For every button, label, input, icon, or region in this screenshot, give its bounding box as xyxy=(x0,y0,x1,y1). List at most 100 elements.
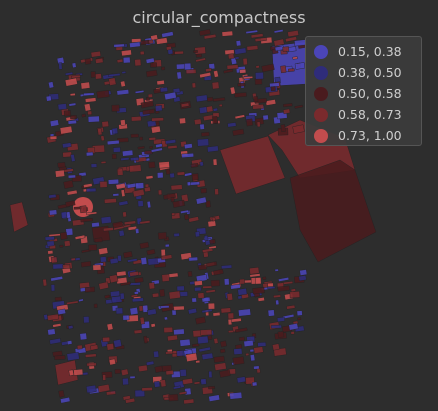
legend-label: 0.50, 0.58 xyxy=(338,86,402,101)
building xyxy=(183,172,193,177)
building xyxy=(130,156,140,162)
building xyxy=(87,110,93,116)
building xyxy=(249,354,256,362)
building xyxy=(213,70,219,78)
building xyxy=(109,274,119,284)
building xyxy=(115,307,124,315)
building xyxy=(187,307,198,315)
building xyxy=(106,323,114,331)
building xyxy=(94,73,102,80)
building xyxy=(63,180,74,189)
building xyxy=(50,256,58,264)
building xyxy=(139,316,145,325)
building xyxy=(282,108,291,115)
building xyxy=(235,40,242,47)
legend: 0.15, 0.38 0.38, 0.50 0.50, 0.58 0.58, 0… xyxy=(305,36,422,146)
building xyxy=(184,214,190,221)
legend-swatch xyxy=(314,86,328,101)
building xyxy=(151,117,164,122)
building xyxy=(84,97,97,103)
building xyxy=(171,212,176,216)
building xyxy=(47,328,56,336)
building xyxy=(68,102,77,107)
building xyxy=(209,239,216,245)
building xyxy=(239,68,247,74)
building xyxy=(270,86,276,92)
building xyxy=(206,145,219,153)
building xyxy=(148,282,156,290)
legend-label: 0.73, 1.00 xyxy=(338,128,402,143)
building xyxy=(137,145,145,150)
building xyxy=(129,41,141,48)
building xyxy=(165,369,174,376)
building xyxy=(101,120,110,128)
building xyxy=(67,119,77,125)
building xyxy=(146,248,156,256)
building xyxy=(66,189,78,196)
building xyxy=(219,340,227,348)
building xyxy=(120,157,130,161)
building xyxy=(229,86,236,95)
building xyxy=(197,138,210,147)
building xyxy=(90,50,102,58)
building xyxy=(219,369,231,378)
building xyxy=(276,316,286,323)
building xyxy=(100,216,112,225)
building xyxy=(111,153,117,159)
legend-label: 0.38, 0.50 xyxy=(338,65,402,80)
building xyxy=(47,250,54,255)
building xyxy=(236,376,247,384)
building xyxy=(165,351,174,355)
building xyxy=(70,257,76,262)
building xyxy=(144,183,150,188)
building xyxy=(242,57,248,66)
building xyxy=(54,296,62,302)
building xyxy=(297,317,302,321)
building xyxy=(169,172,175,179)
building xyxy=(129,375,136,379)
building xyxy=(286,304,296,310)
building xyxy=(223,68,234,74)
building xyxy=(49,135,58,140)
building xyxy=(193,50,198,54)
building xyxy=(60,396,71,404)
building xyxy=(58,390,65,398)
building xyxy=(212,115,218,124)
building xyxy=(100,160,107,164)
building xyxy=(102,374,107,381)
building xyxy=(48,233,61,237)
building xyxy=(120,119,126,126)
building xyxy=(73,368,84,376)
building xyxy=(210,279,220,287)
building xyxy=(181,152,194,158)
legend-item: 0.73, 1.00 xyxy=(314,125,421,146)
building xyxy=(201,131,210,137)
building xyxy=(272,343,280,351)
building xyxy=(298,275,307,282)
building xyxy=(252,286,265,295)
building xyxy=(246,45,259,51)
building xyxy=(277,331,285,338)
legend-item: 0.38, 0.50 xyxy=(314,62,421,83)
building xyxy=(160,249,166,257)
building xyxy=(168,290,181,300)
building xyxy=(176,71,182,80)
building xyxy=(57,162,66,168)
building-large xyxy=(289,159,377,263)
building xyxy=(94,237,103,243)
building xyxy=(112,193,120,197)
legend-label: 0.15, 0.38 xyxy=(338,44,402,59)
building xyxy=(200,378,207,385)
building xyxy=(208,385,216,390)
building xyxy=(100,135,105,142)
building xyxy=(48,209,58,216)
building xyxy=(208,394,221,402)
building xyxy=(282,46,290,53)
building xyxy=(262,276,267,281)
building xyxy=(197,292,205,299)
building xyxy=(157,231,167,240)
building xyxy=(194,286,202,292)
building xyxy=(179,117,186,125)
building xyxy=(223,278,230,286)
building xyxy=(182,378,194,385)
